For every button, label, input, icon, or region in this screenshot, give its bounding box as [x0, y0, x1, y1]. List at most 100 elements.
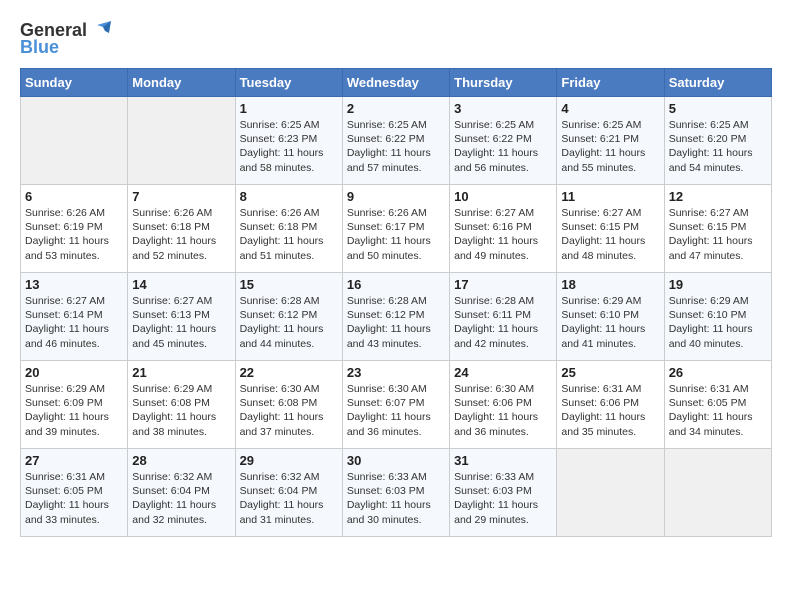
day-number: 9 — [347, 189, 445, 204]
daylight-hours: Daylight: 11 hours and 35 minutes. — [561, 411, 645, 437]
calendar-cell: 14 Sunrise: 6:27 AM Sunset: 6:13 PM Dayl… — [128, 273, 235, 361]
sunset-time: Sunset: 6:12 PM — [347, 309, 425, 321]
day-number: 14 — [132, 277, 230, 292]
header-cell-friday: Friday — [557, 69, 664, 97]
calendar-cell: 2 Sunrise: 6:25 AM Sunset: 6:22 PM Dayli… — [342, 97, 449, 185]
calendar-cell: 13 Sunrise: 6:27 AM Sunset: 6:14 PM Dayl… — [21, 273, 128, 361]
sunrise-time: Sunrise: 6:26 AM — [132, 207, 212, 219]
calendar-cell: 5 Sunrise: 6:25 AM Sunset: 6:20 PM Dayli… — [664, 97, 771, 185]
calendar-cell: 11 Sunrise: 6:27 AM Sunset: 6:15 PM Dayl… — [557, 185, 664, 273]
sunrise-time: Sunrise: 6:29 AM — [669, 295, 749, 307]
calendar-cell: 6 Sunrise: 6:26 AM Sunset: 6:19 PM Dayli… — [21, 185, 128, 273]
calendar-cell: 25 Sunrise: 6:31 AM Sunset: 6:06 PM Dayl… — [557, 361, 664, 449]
day-number: 5 — [669, 101, 767, 116]
daylight-hours: Daylight: 11 hours and 45 minutes. — [132, 323, 216, 349]
daylight-hours: Daylight: 11 hours and 56 minutes. — [454, 147, 538, 173]
calendar-cell: 16 Sunrise: 6:28 AM Sunset: 6:12 PM Dayl… — [342, 273, 449, 361]
day-number: 27 — [25, 453, 123, 468]
sunset-time: Sunset: 6:20 PM — [669, 133, 747, 145]
daylight-hours: Daylight: 11 hours and 55 minutes. — [561, 147, 645, 173]
calendar-cell: 20 Sunrise: 6:29 AM Sunset: 6:09 PM Dayl… — [21, 361, 128, 449]
sunrise-time: Sunrise: 6:26 AM — [25, 207, 105, 219]
day-number: 13 — [25, 277, 123, 292]
sunset-time: Sunset: 6:03 PM — [454, 485, 532, 497]
sunset-time: Sunset: 6:22 PM — [347, 133, 425, 145]
sunset-time: Sunset: 6:06 PM — [454, 397, 532, 409]
sunset-time: Sunset: 6:18 PM — [132, 221, 210, 233]
daylight-hours: Daylight: 11 hours and 36 minutes. — [347, 411, 431, 437]
day-number: 26 — [669, 365, 767, 380]
daylight-hours: Daylight: 11 hours and 49 minutes. — [454, 235, 538, 261]
day-info: Sunrise: 6:31 AM Sunset: 6:06 PM Dayligh… — [561, 382, 659, 439]
sunrise-time: Sunrise: 6:27 AM — [669, 207, 749, 219]
day-number: 4 — [561, 101, 659, 116]
header-row: SundayMondayTuesdayWednesdayThursdayFrid… — [21, 69, 772, 97]
sunrise-time: Sunrise: 6:29 AM — [25, 383, 105, 395]
calendar-cell: 28 Sunrise: 6:32 AM Sunset: 6:04 PM Dayl… — [128, 449, 235, 537]
sunrise-time: Sunrise: 6:33 AM — [347, 471, 427, 483]
page-header: General Blue — [20, 20, 772, 58]
daylight-hours: Daylight: 11 hours and 43 minutes. — [347, 323, 431, 349]
day-info: Sunrise: 6:30 AM Sunset: 6:06 PM Dayligh… — [454, 382, 552, 439]
day-info: Sunrise: 6:27 AM Sunset: 6:14 PM Dayligh… — [25, 294, 123, 351]
day-info: Sunrise: 6:27 AM Sunset: 6:16 PM Dayligh… — [454, 206, 552, 263]
calendar-cell: 9 Sunrise: 6:26 AM Sunset: 6:17 PM Dayli… — [342, 185, 449, 273]
day-info: Sunrise: 6:29 AM Sunset: 6:10 PM Dayligh… — [561, 294, 659, 351]
calendar-week-5: 27 Sunrise: 6:31 AM Sunset: 6:05 PM Dayl… — [21, 449, 772, 537]
calendar-week-1: 1 Sunrise: 6:25 AM Sunset: 6:23 PM Dayli… — [21, 97, 772, 185]
day-info: Sunrise: 6:25 AM Sunset: 6:23 PM Dayligh… — [240, 118, 338, 175]
daylight-hours: Daylight: 11 hours and 52 minutes. — [132, 235, 216, 261]
sunset-time: Sunset: 6:12 PM — [240, 309, 318, 321]
day-info: Sunrise: 6:25 AM Sunset: 6:22 PM Dayligh… — [347, 118, 445, 175]
daylight-hours: Daylight: 11 hours and 37 minutes. — [240, 411, 324, 437]
calendar-cell: 29 Sunrise: 6:32 AM Sunset: 6:04 PM Dayl… — [235, 449, 342, 537]
calendar-cell: 31 Sunrise: 6:33 AM Sunset: 6:03 PM Dayl… — [450, 449, 557, 537]
daylight-hours: Daylight: 11 hours and 54 minutes. — [669, 147, 753, 173]
calendar-cell: 17 Sunrise: 6:28 AM Sunset: 6:11 PM Dayl… — [450, 273, 557, 361]
sunset-time: Sunset: 6:05 PM — [669, 397, 747, 409]
sunset-time: Sunset: 6:08 PM — [240, 397, 318, 409]
day-number: 30 — [347, 453, 445, 468]
header-cell-thursday: Thursday — [450, 69, 557, 97]
day-info: Sunrise: 6:28 AM Sunset: 6:12 PM Dayligh… — [240, 294, 338, 351]
sunrise-time: Sunrise: 6:25 AM — [347, 119, 427, 131]
daylight-hours: Daylight: 11 hours and 46 minutes. — [25, 323, 109, 349]
sunset-time: Sunset: 6:16 PM — [454, 221, 532, 233]
day-info: Sunrise: 6:25 AM Sunset: 6:21 PM Dayligh… — [561, 118, 659, 175]
day-info: Sunrise: 6:33 AM Sunset: 6:03 PM Dayligh… — [347, 470, 445, 527]
day-info: Sunrise: 6:26 AM Sunset: 6:18 PM Dayligh… — [132, 206, 230, 263]
sunset-time: Sunset: 6:22 PM — [454, 133, 532, 145]
daylight-hours: Daylight: 11 hours and 38 minutes. — [132, 411, 216, 437]
daylight-hours: Daylight: 11 hours and 50 minutes. — [347, 235, 431, 261]
sunrise-time: Sunrise: 6:32 AM — [240, 471, 320, 483]
day-info: Sunrise: 6:25 AM Sunset: 6:20 PM Dayligh… — [669, 118, 767, 175]
day-number: 23 — [347, 365, 445, 380]
sunset-time: Sunset: 6:09 PM — [25, 397, 103, 409]
day-number: 10 — [454, 189, 552, 204]
header-cell-wednesday: Wednesday — [342, 69, 449, 97]
day-info: Sunrise: 6:33 AM Sunset: 6:03 PM Dayligh… — [454, 470, 552, 527]
sunset-time: Sunset: 6:19 PM — [25, 221, 103, 233]
daylight-hours: Daylight: 11 hours and 48 minutes. — [561, 235, 645, 261]
day-number: 24 — [454, 365, 552, 380]
daylight-hours: Daylight: 11 hours and 53 minutes. — [25, 235, 109, 261]
day-info: Sunrise: 6:32 AM Sunset: 6:04 PM Dayligh… — [240, 470, 338, 527]
daylight-hours: Daylight: 11 hours and 47 minutes. — [669, 235, 753, 261]
calendar-cell — [557, 449, 664, 537]
sunset-time: Sunset: 6:14 PM — [25, 309, 103, 321]
sunset-time: Sunset: 6:23 PM — [240, 133, 318, 145]
calendar-cell — [128, 97, 235, 185]
sunrise-time: Sunrise: 6:29 AM — [132, 383, 212, 395]
day-number: 22 — [240, 365, 338, 380]
calendar-cell: 12 Sunrise: 6:27 AM Sunset: 6:15 PM Dayl… — [664, 185, 771, 273]
day-number: 18 — [561, 277, 659, 292]
day-info: Sunrise: 6:32 AM Sunset: 6:04 PM Dayligh… — [132, 470, 230, 527]
day-number: 1 — [240, 101, 338, 116]
day-number: 12 — [669, 189, 767, 204]
sunset-time: Sunset: 6:06 PM — [561, 397, 639, 409]
sunrise-time: Sunrise: 6:31 AM — [561, 383, 641, 395]
day-number: 21 — [132, 365, 230, 380]
daylight-hours: Daylight: 11 hours and 44 minutes. — [240, 323, 324, 349]
day-number: 15 — [240, 277, 338, 292]
sunset-time: Sunset: 6:17 PM — [347, 221, 425, 233]
